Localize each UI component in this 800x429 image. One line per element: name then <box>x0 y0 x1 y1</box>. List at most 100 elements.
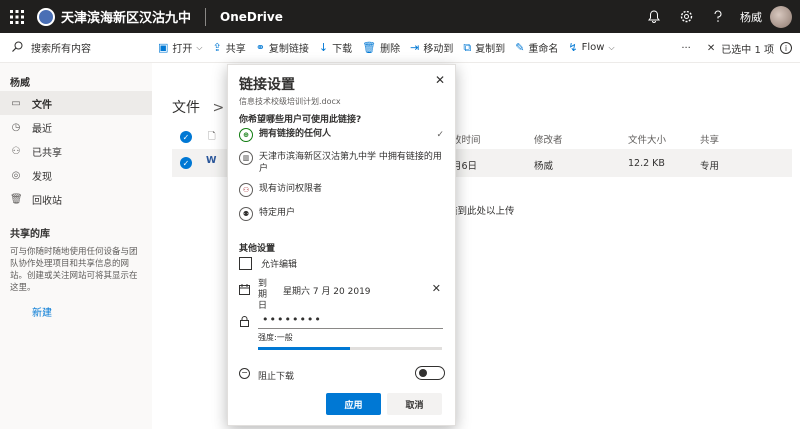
flow-icon: ↯ <box>568 41 578 54</box>
close-selection-icon[interactable]: ✕ <box>707 43 715 54</box>
sidebar-item-recent[interactable]: ◷ 最近 <box>0 115 152 139</box>
sidebar-item-shared[interactable]: ⚇ 已共享 <box>0 139 152 163</box>
search-input[interactable]: 搜索所有内容 <box>31 40 91 55</box>
sidebar-item-label: 最近 <box>32 123 52 135</box>
shared-libraries-title: 共享的库 <box>10 229 50 240</box>
close-icon[interactable]: ✕ <box>435 73 445 87</box>
row-size: 12.2 KB <box>628 158 665 169</box>
row-sharing: 专用 <box>700 161 720 172</box>
download-button[interactable]: ↓ 下载 <box>319 40 352 55</box>
copy-link-label: 复制链接 <box>268 44 309 55</box>
option-specific-people[interactable]: ⚉ 特定用户 <box>239 207 444 221</box>
suite-header: 天津滨海新区汉沽九中 OneDrive 杨威 <box>0 0 800 33</box>
option-label: 现有访问权限者 <box>259 184 323 194</box>
dialog-title: 链接设置 <box>239 77 295 93</box>
column-modified-by[interactable]: 修改者 <box>534 132 563 146</box>
allow-edit-checkbox[interactable] <box>239 257 252 270</box>
rename-label: 重命名 <box>528 44 559 55</box>
people-icon: ⚇ <box>11 145 21 157</box>
chevron-down-icon: ⌵ <box>196 42 203 52</box>
upload-hint: 拖到此处以上传 <box>448 206 515 217</box>
option-existing-access[interactable]: ⚇ 现有访问权限者 <box>239 183 444 197</box>
share-button[interactable]: ⇪ 共享 <box>212 40 245 55</box>
selection-count: 已选中 1 项 <box>721 44 774 56</box>
building-icon: ▥ <box>239 151 253 165</box>
row-modified-by: 杨威 <box>534 161 554 172</box>
option-label: 特定用户 <box>259 208 296 218</box>
clear-date-icon[interactable]: ✕ <box>432 282 441 295</box>
delete-label: 删除 <box>380 44 401 55</box>
copy-to-button[interactable]: ⧉ 复制到 <box>463 40 505 56</box>
option-anyone[interactable]: ⊕ 拥有链接的任何人 ✓ <box>239 128 444 142</box>
compass-icon: ◎ <box>11 169 21 181</box>
user-name[interactable]: 杨威 <box>740 9 762 25</box>
other-settings-heading: 其他设置 <box>239 244 276 254</box>
flow-label: Flow <box>581 42 605 53</box>
password-input[interactable]: •••••••• <box>258 313 443 329</box>
password-strength: 强度:一般 <box>258 333 293 342</box>
row-checkbox[interactable]: ✓ <box>180 157 192 169</box>
clock-icon: ◷ <box>11 121 21 133</box>
select-all-checkbox[interactable]: ✓ <box>180 131 192 143</box>
sidebar-item-discover[interactable]: ◎ 发现 <box>0 163 152 187</box>
sidebar-item-files[interactable]: ▭ 文件 <box>0 91 152 115</box>
share-icon: ⇪ <box>212 41 222 54</box>
checkmark-icon: ✓ <box>436 130 444 140</box>
allow-edit-row[interactable]: 允许编辑 <box>239 257 297 270</box>
option-label: 拥有链接的任何人 <box>259 129 332 139</box>
open-button[interactable]: ▣ 打开 ⌵ <box>158 40 202 55</box>
sidebar-item-recycle-bin[interactable]: 🗑 回收站 <box>0 187 152 211</box>
cancel-button[interactable]: 取消 <box>387 393 442 415</box>
search-icon <box>12 41 23 55</box>
school-logo-icon <box>37 7 55 26</box>
breadcrumb-root[interactable]: 文件 <box>172 100 200 116</box>
sidebar-item-label: 已共享 <box>32 147 62 159</box>
folder-icon: ▭ <box>11 97 21 109</box>
nav-user-name: 杨威 <box>10 78 30 89</box>
expiry-date-field[interactable]: 星期六 7 月 20 2019 <box>283 284 371 297</box>
bell-icon[interactable] <box>638 0 670 33</box>
people-icon: ⚇ <box>239 183 253 197</box>
column-sharing[interactable]: 共享 <box>700 132 719 146</box>
strength-bar <box>258 347 442 350</box>
move-icon: ⇥ <box>410 41 420 54</box>
sidebar-item-label: 发现 <box>32 171 52 183</box>
avatar[interactable] <box>770 5 792 28</box>
shared-libraries-description: 可与你随时随地使用任何设备与团队协作处理项目和共享信息的网站。创建或关注网站可将… <box>10 247 138 293</box>
word-icon: ▣ <box>158 41 169 54</box>
dialog-filename: 信息技术校级培训计划.docx <box>239 97 341 106</box>
audience-question: 你希望哪些用户可使用此链接? <box>239 115 362 125</box>
app-name[interactable]: OneDrive <box>220 10 283 24</box>
left-nav: 杨威 ▭ 文件 ◷ 最近 ⚇ 已共享 ◎ 发现 🗑 回收站 共享的库 可与你随时随地使用任… <box>0 63 152 429</box>
column-modified[interactable]: 改时间 <box>452 132 481 146</box>
block-icon: − <box>239 368 250 379</box>
globe-icon: ⊕ <box>239 128 253 142</box>
copy-link-button[interactable]: ⚭ 复制链接 <box>256 40 309 55</box>
search-box[interactable]: 搜索所有内容 <box>0 40 158 55</box>
link-icon: ⚭ <box>255 41 265 54</box>
share-label: 共享 <box>225 44 246 55</box>
new-library-link[interactable]: 新建 <box>0 294 152 319</box>
breadcrumb-separator: > <box>212 100 225 116</box>
option-label: 天津市滨海新区汉沽第九中学 中拥有链接的用户 <box>259 152 442 174</box>
divider <box>205 7 207 26</box>
flow-button[interactable]: ↯ Flow ⌵ <box>568 41 614 54</box>
copy-icon: ⧉ <box>463 40 472 54</box>
column-size[interactable]: 文件大小 <box>628 132 666 146</box>
move-to-button[interactable]: ⇥ 移动到 <box>410 40 453 55</box>
more-button[interactable]: ··· <box>681 43 691 54</box>
strength-bar-fill <box>258 347 350 350</box>
help-icon[interactable] <box>702 0 734 33</box>
info-icon[interactable]: i <box>780 42 792 54</box>
gear-icon[interactable] <box>670 0 702 33</box>
move-to-label: 移动到 <box>423 44 454 55</box>
file-type-icon: 🗋 <box>208 131 216 142</box>
rename-button[interactable]: ✎ 重命名 <box>515 40 558 55</box>
apply-button[interactable]: 应用 <box>326 393 381 415</box>
option-org-users[interactable]: ▥ 天津市滨海新区汉沽第九中学 中拥有链接的用户 <box>239 151 444 175</box>
waffle-icon[interactable] <box>0 0 33 33</box>
delete-button[interactable]: 🗑 删除 <box>362 40 400 55</box>
org-logo-link[interactable]: 天津滨海新区汉沽九中 <box>37 7 191 26</box>
allow-edit-label: 允许编辑 <box>261 260 298 270</box>
block-download-toggle[interactable] <box>415 366 445 380</box>
